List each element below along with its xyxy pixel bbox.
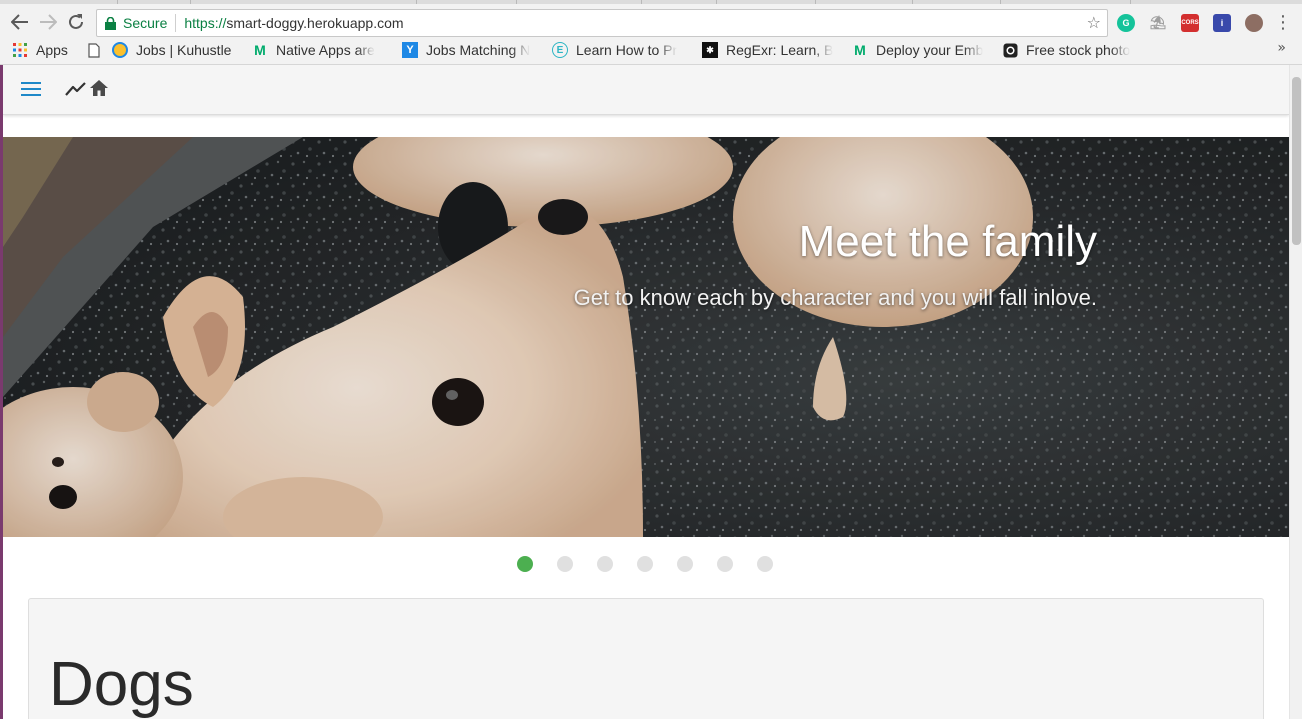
kuhustle-icon xyxy=(112,42,128,58)
bookmark-kuhustle[interactable]: Jobs | Kuhustle xyxy=(112,40,244,60)
dogs-section-card: Dogs xyxy=(28,598,1264,719)
bookmark-label: Deploy your Emb xyxy=(876,42,984,58)
menu-icon[interactable] xyxy=(21,81,41,97)
carousel-dot[interactable] xyxy=(557,556,573,572)
lock-icon xyxy=(105,16,117,30)
blank-page-icon xyxy=(86,42,102,58)
profile-avatar-icon[interactable] xyxy=(1245,14,1263,32)
bookmark-label: Apps xyxy=(36,42,68,58)
grammarly-icon[interactable]: G xyxy=(1117,14,1135,32)
browser-chrome: Secure https:// smart-doggy.herokuapp.co… xyxy=(0,0,1302,65)
bookmark-deploy[interactable]: M Deploy your Emb xyxy=(852,40,988,60)
navigation-bar: Secure https:// smart-doggy.herokuapp.co… xyxy=(0,6,1302,38)
app-toolbar xyxy=(3,65,1289,115)
address-bar[interactable]: Secure https:// smart-doggy.herokuapp.co… xyxy=(96,9,1108,37)
cleaner-icon[interactable]: ⛱ xyxy=(1149,14,1167,32)
more-bookmarks-icon[interactable]: » xyxy=(1277,40,1286,56)
bookmark-apps[interactable]: Apps xyxy=(12,40,76,60)
page-content: Meet the family Get to know each by char… xyxy=(3,65,1289,719)
medium-icon: M xyxy=(854,42,866,58)
carousel-dot[interactable] xyxy=(717,556,733,572)
tab-strip xyxy=(0,0,1302,4)
bookmark-star-icon[interactable]: ☆ xyxy=(1087,13,1101,32)
dogs-photo xyxy=(3,137,1289,537)
bookmark-label: Jobs Matching N xyxy=(426,42,531,58)
reload-icon[interactable] xyxy=(64,10,88,34)
job-board-icon: Y xyxy=(402,42,418,58)
carousel-indicators xyxy=(517,556,797,572)
bookmark-blank[interactable] xyxy=(86,40,104,60)
bookmark-label: Native Apps are xyxy=(276,42,375,58)
home-icon[interactable] xyxy=(89,78,109,98)
apps-grid-icon xyxy=(12,42,28,58)
bookmark-jobs-matching[interactable]: Y Jobs Matching N xyxy=(402,40,538,60)
info-extension-icon[interactable]: i xyxy=(1213,14,1231,32)
cors-icon[interactable]: CORS xyxy=(1181,14,1199,32)
carousel-title: Meet the family xyxy=(798,217,1097,266)
bookmark-native-apps[interactable]: M Native Apps are xyxy=(252,40,386,60)
page-scrollbar[interactable] xyxy=(1289,65,1302,719)
url-scheme: https:// xyxy=(184,15,227,31)
browser-menu-icon[interactable]: ⋮ xyxy=(1274,12,1292,33)
carousel-dot[interactable] xyxy=(757,556,773,572)
bookmark-learn-how[interactable]: E Learn How to Pr xyxy=(552,40,688,60)
trending-icon[interactable] xyxy=(65,79,87,99)
carousel-dot[interactable] xyxy=(597,556,613,572)
camera-icon xyxy=(1002,42,1018,58)
bookmark-label: Learn How to Pr xyxy=(576,42,678,58)
edx-icon: E xyxy=(552,42,568,58)
hero-carousel[interactable]: Meet the family Get to know each by char… xyxy=(3,137,1289,537)
bookmarks-bar: Apps Jobs | Kuhustle M Native Apps are Y… xyxy=(0,38,1302,62)
carousel-dot[interactable] xyxy=(637,556,653,572)
secure-label: Secure xyxy=(123,15,168,31)
carousel-dot[interactable] xyxy=(517,556,533,572)
bookmark-label: Jobs | Kuhustle xyxy=(136,42,232,58)
bookmark-free-stock[interactable]: Free stock photo xyxy=(1002,40,1142,60)
back-icon[interactable] xyxy=(8,10,32,34)
carousel-dot[interactable] xyxy=(677,556,693,572)
medium-icon: M xyxy=(254,42,266,58)
address-divider xyxy=(175,14,177,32)
scrollbar-thumb[interactable] xyxy=(1292,77,1301,245)
bookmark-regexr[interactable]: ✱ RegExr: Learn, B xyxy=(702,40,838,60)
regexr-icon: ✱ xyxy=(702,42,718,58)
forward-icon[interactable] xyxy=(36,10,60,34)
section-title: Dogs xyxy=(49,650,194,719)
bookmark-label: RegExr: Learn, B xyxy=(726,42,834,58)
bookmark-label: Free stock photo xyxy=(1026,42,1131,58)
carousel-subtitle: Get to know each by character and you wi… xyxy=(573,285,1097,310)
url-host: smart-doggy.herokuapp.com xyxy=(226,15,404,31)
